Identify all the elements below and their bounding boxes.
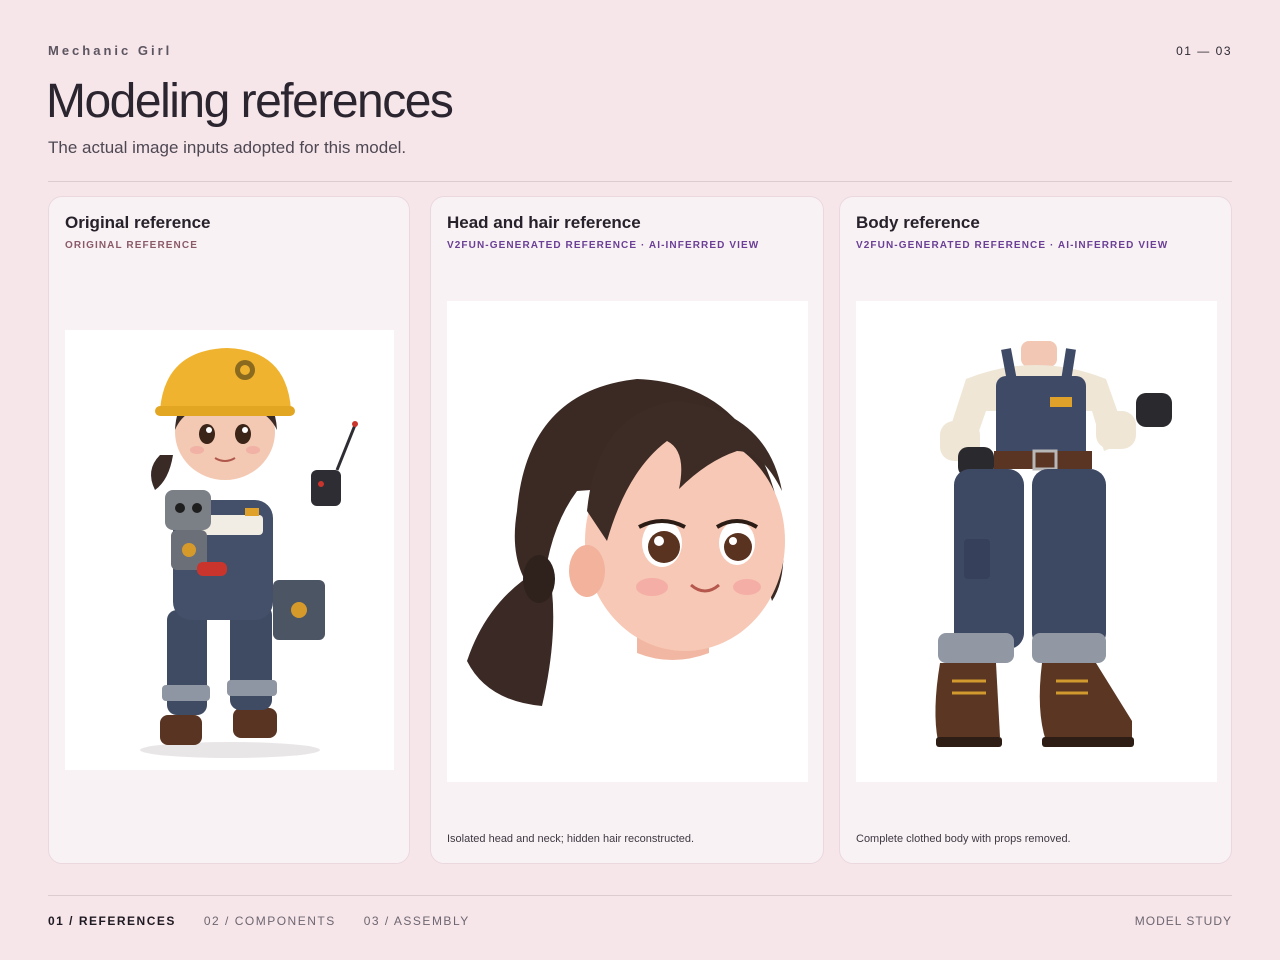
head-hair-reference-image [447,301,808,782]
page-counter: 01 — 03 [1176,44,1232,58]
header-divider [48,181,1232,182]
card-head-hair-reference: Head and hair reference V2FUN-GENERATED … [430,196,824,864]
footer-divider [48,895,1232,896]
card-title: Head and hair reference [447,213,641,232]
card-caption: Complete clothed body with props removed… [856,833,1071,845]
head-figure [467,379,785,706]
card-original-reference: Original reference ORIGINAL REFERENCE [48,196,410,864]
body-reference-image [856,301,1217,782]
page-subtitle: The actual image inputs adopted for this… [48,138,407,157]
card-title: Original reference [65,213,211,232]
original-reference-image [65,330,394,770]
card-tag: V2FUN-GENERATED REFERENCE · AI-INFERRED … [856,240,1169,251]
footer-label: MODEL STUDY [1134,914,1232,928]
nav-item-assembly[interactable]: 03 / ASSEMBLY [364,914,470,928]
card-caption: Isolated head and neck; hidden hair reco… [447,833,695,845]
body-figure [935,341,1172,747]
card-tag: V2FUN-GENERATED REFERENCE · AI-INFERRED … [447,240,760,251]
nav-item-components[interactable]: 02 / COMPONENTS [204,914,336,928]
card-tag: ORIGINAL REFERENCE [65,240,198,251]
nav-item-references[interactable]: 01 / REFERENCES [48,914,176,928]
footer-nav: 01 / REFERENCES 02 / COMPONENTS 03 / ASS… [48,914,470,928]
mechanic-girl-figure [140,348,358,758]
eyebrow-label: Mechanic Girl [48,43,173,58]
page-title: Modeling references [46,75,454,128]
card-body-reference: Body reference V2FUN-GENERATED REFERENCE… [839,196,1232,864]
card-title: Body reference [856,213,980,232]
